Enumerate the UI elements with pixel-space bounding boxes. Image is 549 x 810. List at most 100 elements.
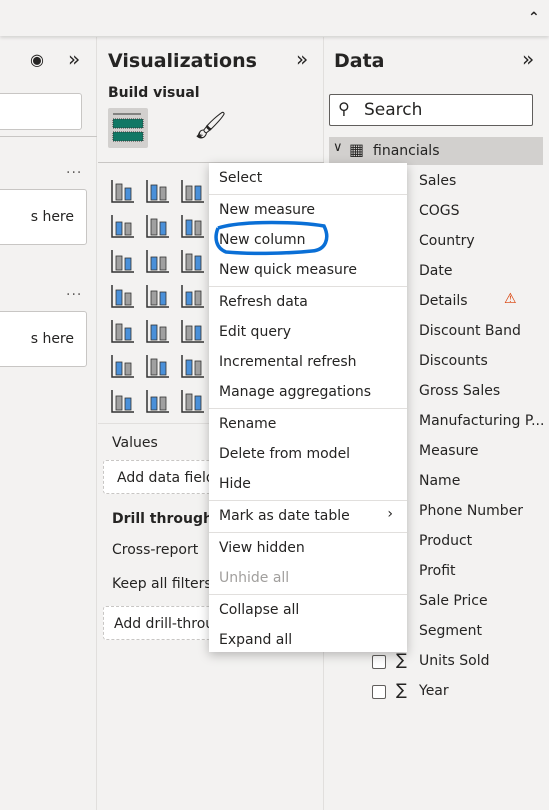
more-options-icon[interactable]: ...: [66, 161, 82, 177]
warning-icon: ⚠: [504, 291, 517, 307]
line-chart-icon[interactable]: [110, 213, 136, 239]
field-checkbox[interactable]: [372, 655, 386, 669]
menu-item-collapse-all[interactable]: Collapse all: [209, 595, 407, 625]
clustered-bar-chart-icon[interactable]: [180, 178, 206, 204]
smart-narrative-icon[interactable]: [180, 353, 206, 379]
field-item[interactable]: ∑ Year: [324, 677, 549, 707]
field-label: Details: [419, 293, 468, 309]
menu-item-label: Collapse all: [219, 602, 300, 618]
power-apps-icon[interactable]: [180, 388, 206, 414]
table-name: financials: [373, 143, 440, 159]
menu-item-label: Unhide all: [219, 570, 290, 586]
field-checkbox[interactable]: [372, 685, 386, 699]
menu-item-label: Incremental refresh: [219, 354, 357, 370]
search-placeholder: Search: [364, 100, 423, 120]
stacked-area-chart-icon[interactable]: [180, 213, 206, 239]
drop-zone-label: s here: [30, 331, 74, 347]
table-icon[interactable]: [180, 318, 206, 344]
search-input[interactable]: ⚲ Search: [329, 94, 533, 126]
field-label: Discount Band: [419, 323, 521, 339]
menu-item-label: Refresh data: [219, 294, 308, 310]
table-row-financials[interactable]: ∨ ▦ financials: [329, 137, 543, 165]
search-icon: ⚲: [338, 99, 350, 118]
menu-item-edit-query[interactable]: Edit query: [209, 317, 407, 347]
scatter-chart-icon[interactable]: [180, 248, 206, 274]
field-label: Product: [419, 533, 473, 549]
pane-title: Data: [334, 50, 385, 72]
chevron-down-icon[interactable]: ∨: [333, 140, 343, 155]
field-label: Profit: [419, 563, 456, 579]
funnel-chart-icon[interactable]: [145, 248, 171, 274]
menu-item-label: Delete from model: [219, 446, 351, 462]
divider: [0, 136, 97, 137]
menu-item-label: Select: [219, 170, 263, 186]
menu-item-rename[interactable]: Rename: [209, 409, 407, 439]
stacked-bar-chart-icon[interactable]: [110, 178, 136, 204]
filter-drop-zone[interactable]: s here: [0, 311, 87, 367]
kpi-icon[interactable]: [110, 318, 136, 344]
menu-item-label: Edit query: [219, 324, 291, 340]
field-label: Units Sold: [419, 653, 490, 669]
field-label: Manufacturing P...: [419, 413, 545, 429]
key-influencers-icon[interactable]: [145, 353, 171, 379]
filled-map-icon[interactable]: [145, 283, 171, 309]
chevron-right-icon: ›: [387, 506, 393, 522]
menu-item-mark-as-date-table[interactable]: Mark as date table ›: [209, 501, 407, 531]
menu-item-expand-all[interactable]: Expand all: [209, 625, 407, 655]
slicer-icon[interactable]: [145, 318, 171, 344]
highlight-annotation: [214, 220, 329, 256]
collapse-data-icon[interactable]: »: [522, 47, 534, 71]
table-icon: ▦: [349, 140, 365, 159]
menu-item-hide[interactable]: Hide: [209, 469, 407, 499]
azure-map-icon[interactable]: [180, 283, 206, 309]
field-label: Year: [419, 683, 449, 699]
menu-item-select[interactable]: Select: [209, 163, 407, 193]
card-new-icon[interactable]: [110, 388, 136, 414]
decomposition-tree-icon[interactable]: [110, 353, 136, 379]
menu-item-label: New quick measure: [219, 262, 357, 278]
keep-all-filters-label: Keep all filters: [112, 576, 212, 592]
build-visual-label: Build visual: [108, 85, 200, 101]
field-label: Phone Number: [419, 503, 524, 519]
format-visual-icon[interactable]: 🖌: [194, 111, 227, 141]
field-label: Sale Price: [419, 593, 488, 609]
menu-item-label: Manage aggregations: [219, 384, 372, 400]
field-label: Sales: [419, 173, 457, 189]
menu-item-label: Hide: [219, 476, 251, 492]
area-chart-icon[interactable]: [145, 213, 171, 239]
filter-search-input[interactable]: [0, 93, 82, 130]
menu-item-view-hidden[interactable]: View hidden: [209, 533, 407, 563]
field-label: Measure: [419, 443, 479, 459]
field-label: Gross Sales: [419, 383, 501, 399]
arcgis-map-icon[interactable]: [145, 388, 171, 414]
menu-item-label: Mark as date table: [219, 508, 350, 524]
drill-through-label: Drill through: [112, 511, 213, 527]
stacked-column-chart-icon[interactable]: [145, 178, 171, 204]
menu-item-manage-aggregations[interactable]: Manage aggregations: [209, 377, 407, 407]
menu-item-label: Rename: [219, 416, 277, 432]
pane-title: Visualizations: [108, 50, 257, 72]
menu-item-refresh-data[interactable]: Refresh data: [209, 287, 407, 317]
filter-drop-zone[interactable]: s here: [0, 189, 87, 245]
globe-map-icon[interactable]: [110, 283, 136, 309]
filters-pane: ◉ » ... s here ... s here: [0, 37, 97, 810]
build-visual-tab[interactable]: [108, 108, 148, 148]
menu-item-label: New measure: [219, 202, 316, 218]
menu-item-label: View hidden: [219, 540, 305, 556]
collapse-filters-icon[interactable]: »: [68, 47, 80, 71]
field-label: Country: [419, 233, 475, 249]
field-label: COGS: [419, 203, 460, 219]
menu-item-unhide-all: Unhide all: [209, 563, 407, 593]
field-label: Name: [419, 473, 461, 489]
collapse-viz-icon[interactable]: »: [296, 47, 308, 71]
field-label: Segment: [419, 623, 482, 639]
menu-item-new-quick-measure[interactable]: New quick measure: [209, 255, 407, 285]
cross-report-label: Cross-report: [112, 542, 199, 558]
eye-icon[interactable]: ◉: [30, 50, 44, 69]
menu-item-delete-from-model[interactable]: Delete from model: [209, 439, 407, 469]
line-and-column-chart-icon[interactable]: [110, 248, 136, 274]
more-options-icon[interactable]: ...: [66, 283, 82, 299]
collapse-ribbon-icon[interactable]: ⌃: [528, 10, 540, 26]
menu-item-incremental-refresh[interactable]: Incremental refresh: [209, 347, 407, 377]
field-label: Discounts: [419, 353, 488, 369]
